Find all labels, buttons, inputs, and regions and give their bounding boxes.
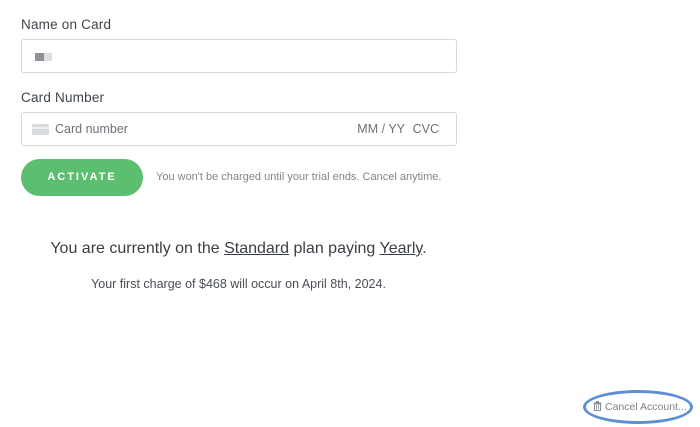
name-on-card-input[interactable] <box>21 39 457 73</box>
card-number-label: Card Number <box>21 90 105 105</box>
first-charge-note: Your first charge of $468 will occur on … <box>91 277 386 291</box>
activate-button[interactable]: ACTIVATE <box>21 159 143 196</box>
plan-name-link[interactable]: Standard <box>224 240 289 257</box>
cvc-placeholder[interactable]: CVC <box>413 122 439 136</box>
name-on-card-label: Name on Card <box>21 17 112 32</box>
current-plan-text: You are currently on the Standard plan p… <box>0 240 477 258</box>
cancel-account-link[interactable]: Cancel Account... <box>593 401 687 413</box>
credit-card-icon <box>32 124 49 135</box>
card-number-input[interactable]: Card number MM / YY CVC <box>21 112 457 146</box>
card-number-placeholder: Card number <box>55 122 128 136</box>
trash-icon <box>593 401 602 412</box>
plan-suffix: . <box>422 240 427 257</box>
billing-cycle-link[interactable]: Yearly <box>379 240 422 257</box>
plan-prefix: You are currently on the <box>50 240 225 257</box>
plan-middle: plan paying <box>289 240 380 257</box>
expiry-placeholder[interactable]: MM / YY <box>357 122 405 136</box>
billing-page: Name on Card Card Number Card number MM … <box>0 0 700 427</box>
cancel-account-label[interactable]: Cancel Account... <box>605 401 687 413</box>
trial-note: You won't be charged until your trial en… <box>156 171 442 183</box>
redacted-name-value <box>35 53 52 61</box>
